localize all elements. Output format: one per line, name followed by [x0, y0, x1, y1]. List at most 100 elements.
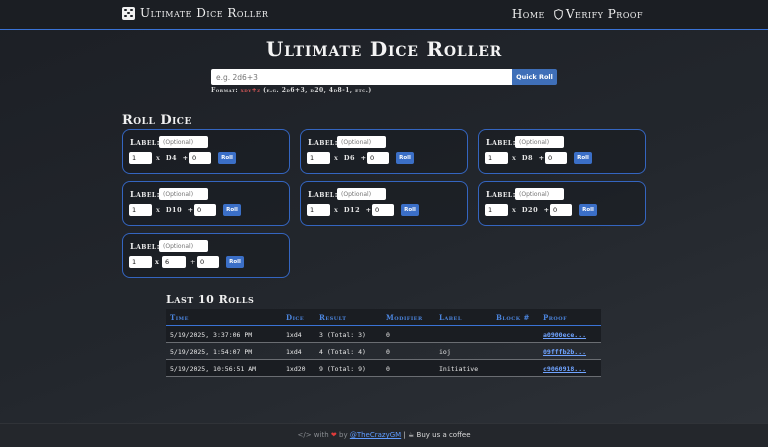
table-row: 5/19/2025, 10:56:51 AM 1xd20 9 (Total: 9) 0… [166, 360, 601, 377]
coffee-label: Buy us a coffee [416, 431, 471, 439]
dice-count-input[interactable] [307, 152, 330, 164]
dice-panel-d4: Label: x D4 + Roll [122, 129, 290, 174]
modifier-input[interactable] [194, 204, 216, 216]
history-heading: Last 10 Rolls [166, 293, 255, 306]
modifier-input[interactable] [545, 152, 567, 164]
cell-result: 9 (Total: 9) [319, 365, 366, 373]
column-header-result: Result [319, 313, 347, 322]
footer-separator: | [403, 431, 406, 439]
cell-label: Initiative [439, 365, 479, 373]
dice-type-label: x D10 + [156, 206, 194, 214]
nav-links: Home Verify Proof [512, 7, 643, 21]
cell-dice: 1xd20 [286, 365, 306, 373]
roll-button[interactable]: Roll [223, 204, 241, 216]
nav-home-link[interactable]: Home [512, 7, 545, 21]
cell-modifier: 0 [386, 348, 390, 356]
table-row: 5/19/2025, 1:54:07 PM 1xd4 4 (Total: 4) 0 io… [166, 343, 601, 360]
footer-with: with [313, 431, 329, 439]
format-hint: Format: xdy+z (e.g. 2d6+3, d20, 4d8-1, e… [211, 87, 372, 94]
label-input[interactable] [159, 188, 208, 200]
code-icon: </> [297, 431, 312, 439]
roll-button[interactable]: Roll [396, 152, 414, 164]
label-caption: Label: [130, 137, 161, 147]
dice-count-input[interactable] [485, 204, 508, 216]
cell-result: 4 (Total: 4) [319, 348, 366, 356]
column-header-proof: Proof [543, 313, 568, 322]
shield-icon [554, 8, 563, 20]
author-link[interactable]: @TheCrazyGM [350, 431, 401, 439]
history-table: Time Dice Result Modifier Label Block # … [166, 309, 601, 377]
plus-label: + [190, 258, 196, 266]
column-header-time: Time [170, 313, 189, 322]
dice-panel-d6: Label: x D6 + Roll [300, 129, 468, 174]
dice-panel-d10: Label: x D10 + Roll [122, 181, 290, 226]
proof-link[interactable]: a0900ece... [543, 331, 586, 339]
modifier-input[interactable] [550, 204, 572, 216]
proof-link[interactable]: c9060918... [543, 365, 586, 373]
label-caption: Label: [308, 189, 339, 199]
roll-button[interactable]: Roll [574, 152, 592, 164]
label-input[interactable] [159, 136, 208, 148]
quick-roll-button[interactable]: Quick Roll [512, 69, 557, 85]
dice-type-label: x D8 + [512, 154, 545, 162]
label-caption: Label: [308, 137, 339, 147]
dice-type-label: x D20 + [512, 206, 550, 214]
dice-icon [122, 6, 135, 20]
cell-time: 5/19/2025, 10:56:51 AM [170, 365, 257, 373]
roll-button[interactable]: Roll [579, 204, 597, 216]
column-header-modifier: Modifier [386, 313, 423, 322]
modifier-input[interactable] [372, 204, 394, 216]
dice-sides-input[interactable] [162, 256, 186, 268]
times-label: x [155, 258, 159, 266]
dice-count-input[interactable] [485, 152, 508, 164]
dice-panel-d12: Label: x D12 + Roll [300, 181, 468, 226]
label-input[interactable] [337, 136, 386, 148]
label-caption: Label: [486, 189, 517, 199]
proof-link[interactable]: 09fffb2b... [543, 348, 586, 356]
label-input[interactable] [515, 136, 564, 148]
label-input[interactable] [159, 240, 208, 252]
dice-type-label: x D12 + [334, 206, 372, 214]
brand-title: Ultimate Dice Roller [140, 6, 269, 20]
modifier-input[interactable] [367, 152, 389, 164]
label-input[interactable] [515, 188, 564, 200]
modifier-input[interactable] [189, 152, 211, 164]
table-row: 5/19/2025, 3:37:06 PM 1xd4 3 (Total: 3) 0 a0… [166, 326, 601, 343]
modifier-input[interactable] [197, 256, 219, 268]
cell-time: 5/19/2025, 3:37:06 PM [170, 331, 253, 339]
column-header-block: Block # [496, 313, 530, 322]
dice-count-input[interactable] [129, 256, 152, 268]
label-caption: Label: [130, 241, 161, 251]
cell-modifier: 0 [386, 331, 390, 339]
cell-dice: 1xd4 [286, 348, 302, 356]
dice-count-input[interactable] [129, 204, 152, 216]
format-code: xdy+z [240, 87, 261, 94]
quick-roll-input[interactable] [211, 69, 512, 85]
cell-result: 3 (Total: 3) [319, 331, 366, 339]
cell-dice: 1xd4 [286, 331, 302, 339]
column-header-label: Label [439, 313, 462, 322]
roll-button[interactable]: Roll [226, 256, 244, 268]
roll-dice-heading: Roll Dice [122, 113, 192, 128]
dice-panel-custom: Label: x + Roll [122, 233, 290, 278]
cell-label: ioj [439, 348, 451, 356]
nav-verify-label: Verify Proof [565, 7, 643, 21]
coffee-cup-icon: ☕ [408, 431, 415, 439]
nav-verify-link[interactable]: Verify Proof [554, 7, 643, 21]
label-caption: Label: [486, 137, 517, 147]
cell-time: 5/19/2025, 1:54:07 PM [170, 348, 253, 356]
top-navbar: Ultimate Dice Roller Home Verify Proof [0, 0, 768, 30]
roll-button[interactable]: Roll [218, 152, 236, 164]
coffee-link[interactable]: ☕ Buy us a coffee [408, 431, 471, 439]
history-table-header: Time Dice Result Modifier Label Block # … [166, 309, 601, 326]
footer: </> with ❤ by @TheCrazyGM | ☕ Buy us a c… [0, 423, 768, 447]
cell-modifier: 0 [386, 365, 390, 373]
label-input[interactable] [337, 188, 386, 200]
dice-panel-d20: Label: x D20 + Roll [478, 181, 646, 226]
format-examples: (e.g. 2d6+3, d20, 4d8-1, etc.) [263, 87, 372, 94]
column-header-dice: Dice [286, 313, 305, 322]
dice-count-input[interactable] [129, 152, 152, 164]
dice-count-input[interactable] [307, 204, 330, 216]
roll-button[interactable]: Roll [401, 204, 419, 216]
brand-link[interactable]: Ultimate Dice Roller [122, 6, 268, 20]
